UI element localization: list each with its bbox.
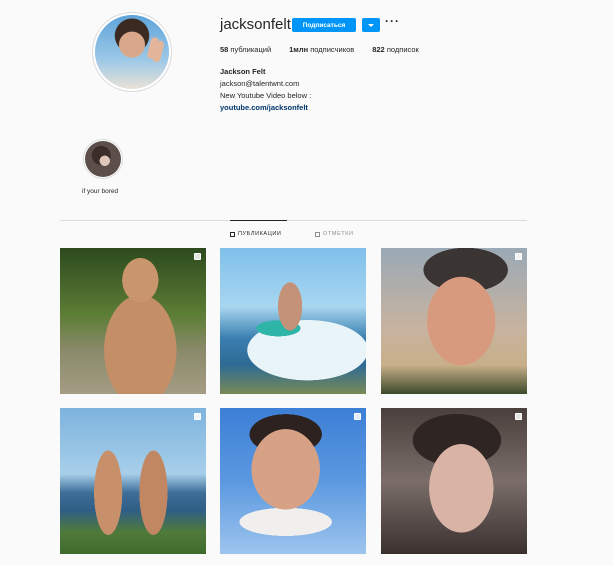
profile-stats: 58 публикаций 1млн подписчиков 822 подпи… (220, 45, 437, 54)
bio-text: New Youtube Video below : (220, 91, 312, 100)
posts-stat: 58 публикаций (220, 45, 271, 54)
tab-tagged-label: ОТМЕТКИ (323, 231, 354, 237)
bio-name: Jackson Felt (220, 67, 266, 76)
post-tile[interactable] (60, 408, 206, 554)
posts-label: публикаций (228, 45, 272, 54)
avatar (95, 15, 169, 89)
post-tile[interactable] (60, 248, 206, 394)
chevron-down-icon (368, 23, 374, 27)
tab-tagged[interactable]: ОТМЕТКИ (315, 231, 354, 237)
multiple-photos-icon (515, 413, 522, 420)
more-options-button[interactable]: ··· (385, 14, 400, 28)
profile-username: jacksonfelt (220, 16, 291, 33)
profile-avatar-ring[interactable] (92, 12, 172, 92)
follow-button[interactable]: Подписаться (292, 18, 356, 32)
followers-stat[interactable]: 1млн подписчиков (289, 45, 354, 54)
followers-count: 1млн (289, 45, 309, 54)
multiple-photos-icon (515, 253, 522, 260)
multiple-photos-icon (194, 253, 201, 260)
highlight-cover (85, 141, 121, 177)
bio-link[interactable]: youtube.com/jacksonfelt (220, 102, 311, 114)
follow-dropdown-button[interactable] (362, 18, 380, 32)
highlight-label: if your bored (82, 188, 119, 195)
post-tile[interactable] (381, 248, 527, 394)
tag-icon (315, 231, 320, 237)
bio-email: jackson@talentwnt.com (220, 79, 300, 88)
profile-bio: Jackson Felt jackson@talentwnt.com New Y… (220, 66, 311, 114)
story-highlight[interactable]: if your bored (82, 139, 123, 195)
following-stat[interactable]: 822 подписок (372, 45, 419, 54)
tab-posts[interactable]: ПУБЛИКАЦИИ (230, 231, 281, 237)
highlight-ring (83, 139, 123, 179)
following-label: подписок (384, 45, 419, 54)
active-tab-indicator (230, 220, 287, 221)
multiple-photos-icon (354, 413, 361, 420)
followers-label: подписчиков (308, 45, 355, 54)
post-tile[interactable] (220, 248, 366, 394)
post-tile[interactable] (381, 408, 527, 554)
tabs-divider (60, 220, 527, 221)
tab-posts-label: ПУБЛИКАЦИИ (238, 231, 282, 237)
multiple-photos-icon (194, 413, 201, 420)
post-tile[interactable] (220, 408, 366, 554)
following-count: 822 (372, 45, 385, 54)
grid-icon (230, 231, 235, 237)
